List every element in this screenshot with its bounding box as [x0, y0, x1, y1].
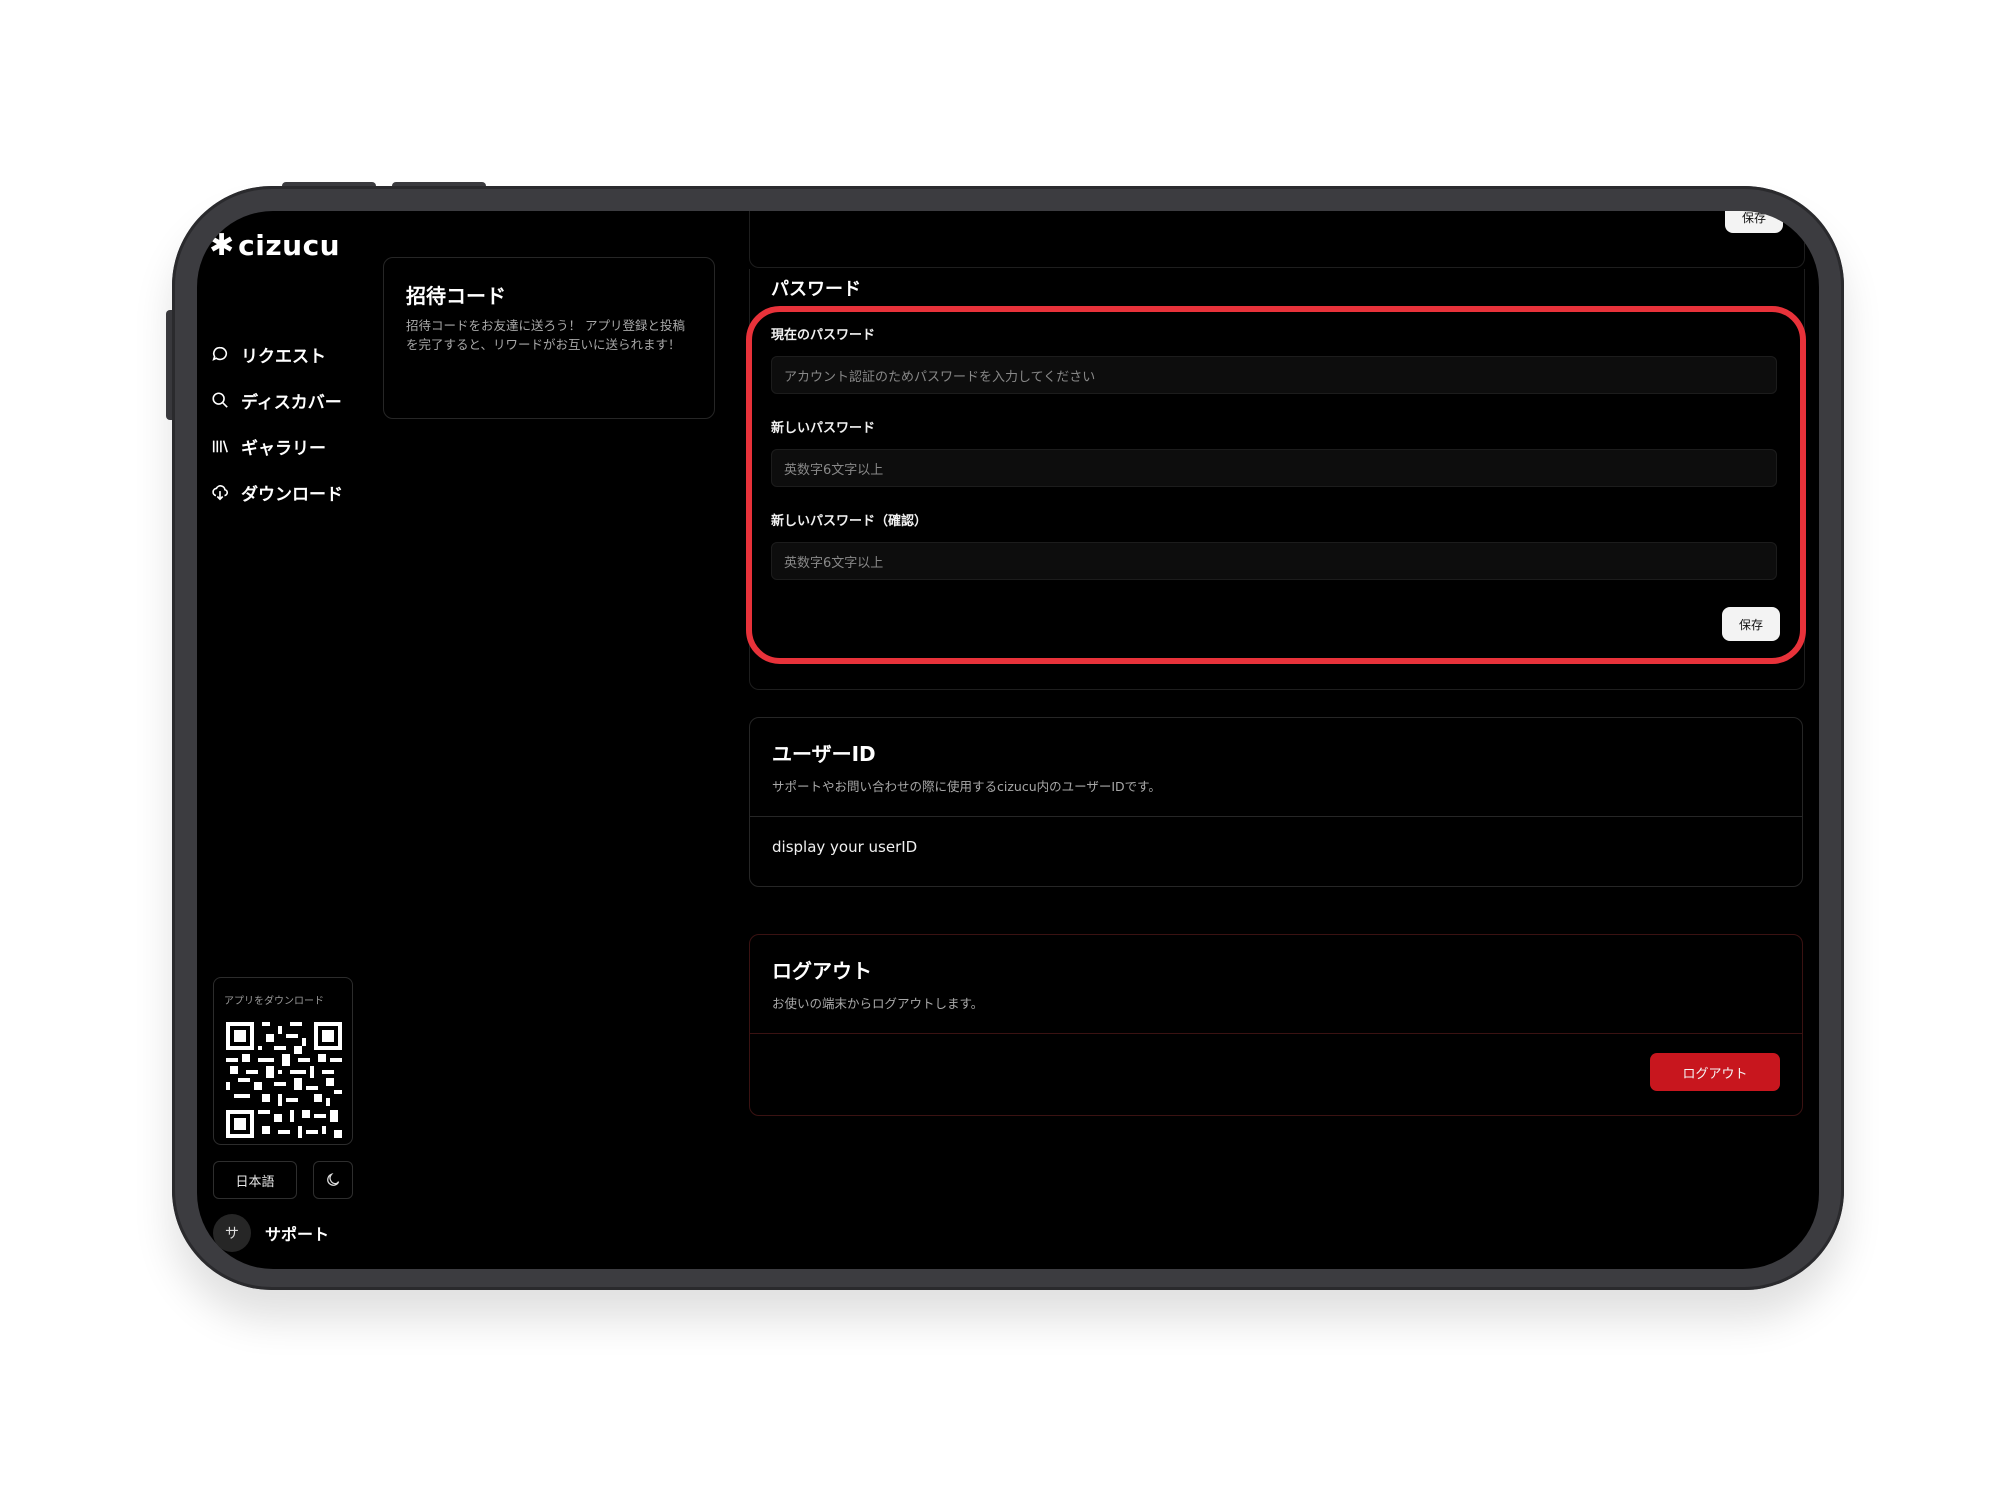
sidebar-item-label: リクエスト [241, 346, 326, 367]
sidebar-nav: リクエスト ディスカバー ギャラリー ダウンロード [211, 331, 343, 515]
password-title: パスワード [771, 279, 861, 300]
sidebar-item-label: ギャラリー [241, 438, 326, 459]
logout-description: お使いの端末からログアウトします。 [772, 996, 984, 1011]
support-label: サポート [265, 1225, 330, 1244]
tablet-screen: ✱ cizucu リクエスト ディスカバー ギャラリー ダウンロード アプリをダ… [197, 211, 1819, 1269]
sidebar-item-discover[interactable]: ディスカバー [211, 377, 343, 423]
invite-description: 招待コードをお友達に送ろう！ アプリ登録と投稿を完了すると、リワードがお互いに送… [406, 318, 685, 352]
previous-settings-card [749, 211, 1805, 268]
qr-label: アプリをダウンロード [224, 996, 324, 1007]
logo-text: cizucu [238, 229, 341, 262]
asterisk-logo-icon: ✱ [209, 227, 235, 263]
logout-card: ログアウト お使いの端末からログアウトします。 ログアウト [749, 934, 1803, 1116]
library-icon [212, 440, 228, 453]
language-button[interactable]: 日本語 [213, 1161, 297, 1199]
cloud-download-icon [212, 485, 229, 501]
support-link[interactable]: サ サポート [213, 1214, 329, 1252]
current-password-input[interactable]: アカウント認証のためパスワードを入力してください [771, 356, 1777, 394]
user-id-description: サポートやお問い合わせの際に使用するcizucu内のユーザーIDです。 [772, 779, 1161, 794]
new-password-input[interactable]: 英数字6文字以上 [771, 449, 1777, 487]
chat-bubble-icon [212, 346, 228, 361]
logout-title: ログアウト [772, 959, 872, 983]
current-password-label: 現在のパスワード [771, 328, 876, 343]
confirm-password-label: 新しいパスワード（確認） [771, 514, 928, 529]
sidebar-item-request[interactable]: リクエスト [211, 331, 343, 377]
sidebar-item-label: ダウンロード [241, 484, 343, 505]
user-id-value: display your userID [772, 838, 918, 856]
save-password-button[interactable]: 保存 [1722, 607, 1780, 641]
sidebar-item-label: ディスカバー [241, 392, 342, 413]
new-password-label: 新しいパスワード [771, 421, 876, 436]
theme-toggle-button[interactable] [313, 1161, 353, 1199]
divider [750, 816, 1802, 817]
sidebar-item-download[interactable]: ダウンロード [211, 469, 343, 515]
logout-button[interactable]: ログアウト [1650, 1053, 1780, 1091]
invite-title: 招待コード [406, 284, 506, 308]
app-logo[interactable]: ✱ cizucu [209, 229, 340, 262]
divider [750, 1033, 1802, 1034]
avatar: サ [213, 1214, 251, 1252]
sidebar-item-gallery[interactable]: ギャラリー [211, 423, 343, 469]
search-icon [212, 392, 228, 408]
user-id-card: ユーザーID サポートやお問い合わせの際に使用するcizucu内のユーザーIDで… [749, 717, 1803, 887]
user-id-title: ユーザーID [772, 742, 876, 766]
app-download-qr-card[interactable]: アプリをダウンロード [213, 977, 353, 1145]
qr-code-icon [226, 1022, 342, 1138]
moon-icon [327, 1172, 340, 1186]
confirm-password-input[interactable]: 英数字6文字以上 [771, 542, 1777, 580]
invite-code-card[interactable]: 招待コード 招待コードをお友達に送ろう！ アプリ登録と投稿を完了すると、リワード… [383, 257, 715, 419]
save-button-top[interactable]: 保存 [1725, 211, 1783, 233]
